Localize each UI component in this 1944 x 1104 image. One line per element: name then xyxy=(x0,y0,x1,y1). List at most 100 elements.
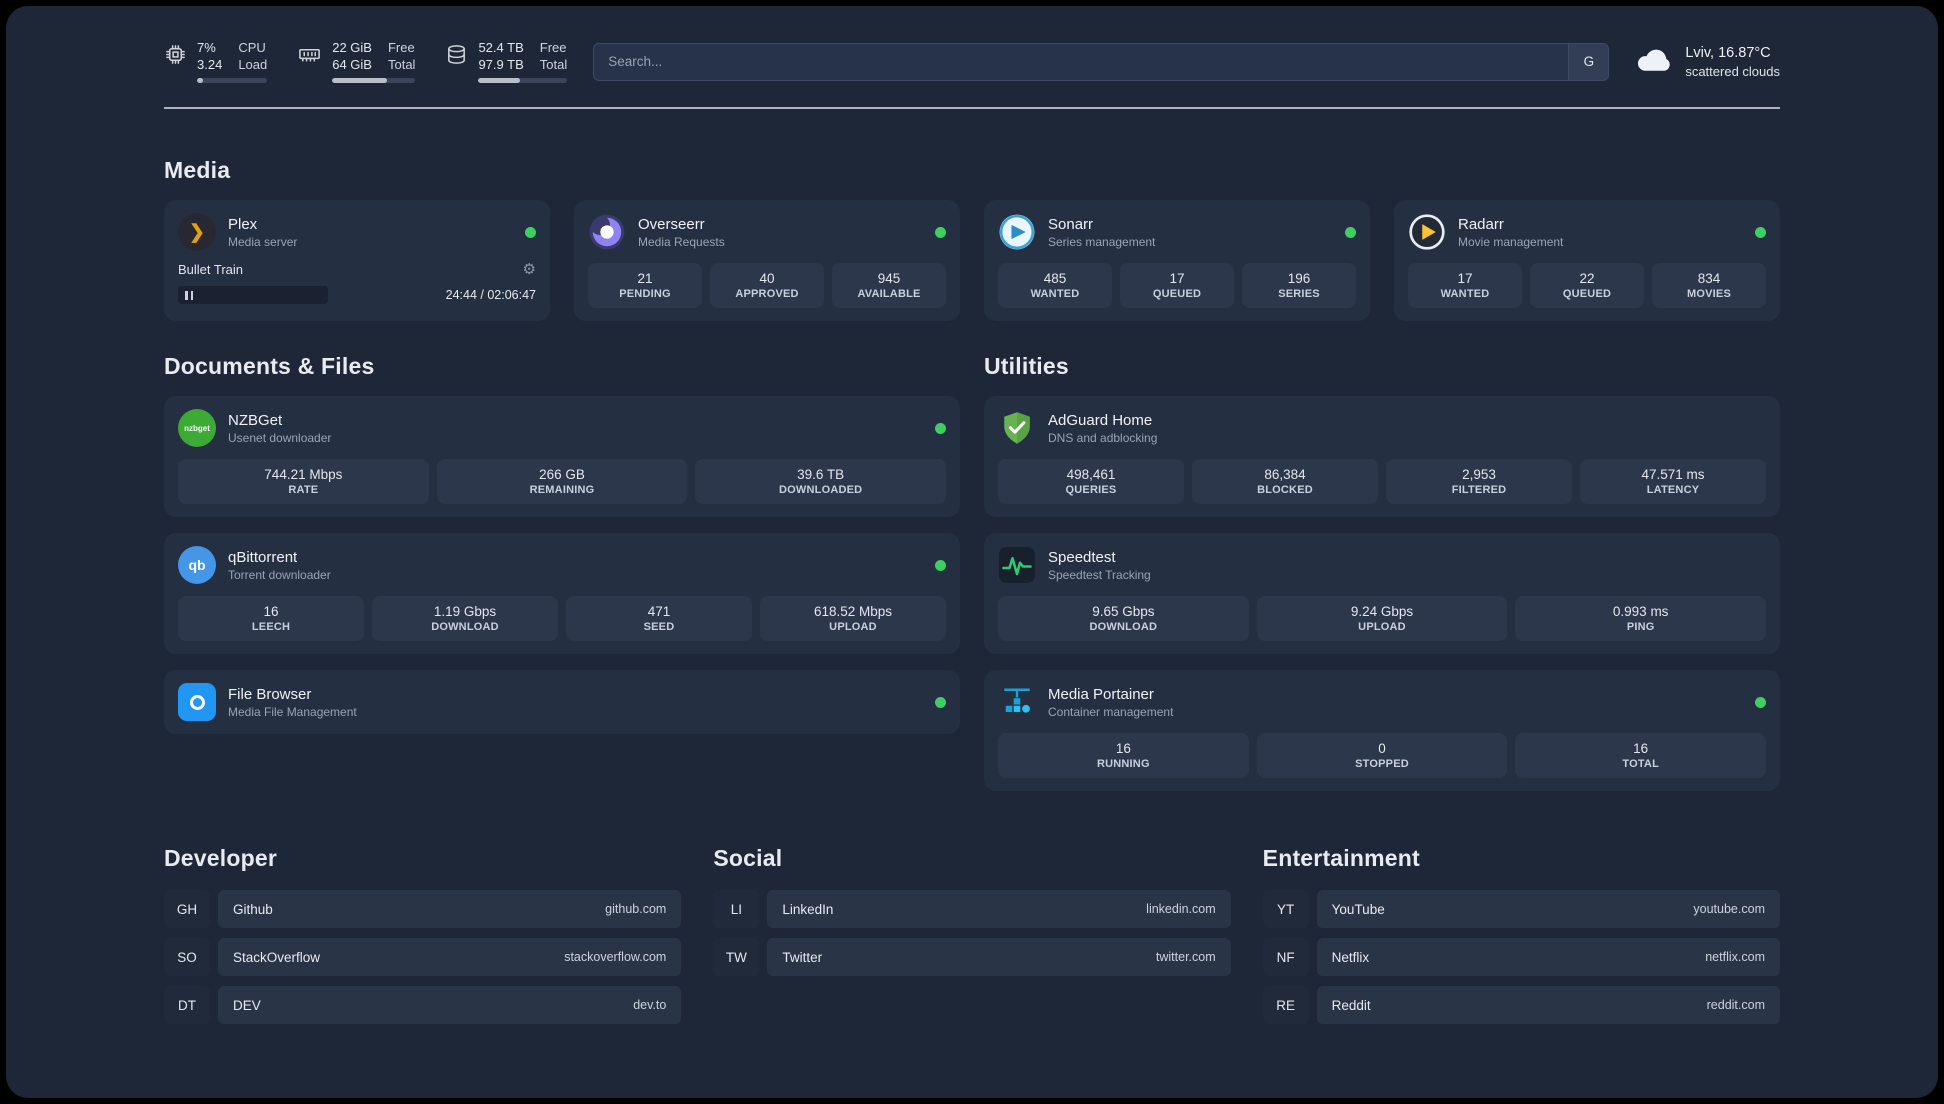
stat-tile: 39.6 TB DOWNLOADED xyxy=(695,459,947,504)
search-input[interactable] xyxy=(594,43,1569,80)
bookmark-linkedin[interactable]: LI LinkedIn linkedin.com xyxy=(713,890,1231,928)
app-title: Speedtest xyxy=(1048,548,1116,566)
bookmark-name: Github xyxy=(233,901,273,917)
stat-tile: 21 PENDING xyxy=(588,263,702,308)
filebrowser-icon xyxy=(178,683,216,721)
app-subtitle: Series management xyxy=(1048,234,1156,249)
media-grid: ❯ Plex Media server Bullet Train ⚙ 24:44… xyxy=(164,200,1780,321)
app-subtitle: Media File Management xyxy=(228,704,357,719)
status-dot xyxy=(935,696,946,708)
playback-time: 24:44 / 02:06:47 xyxy=(445,288,536,302)
section-title-developer: Developer xyxy=(164,845,278,871)
cpu-usage-bar xyxy=(197,78,268,83)
disk-total-label: Total xyxy=(539,57,568,72)
disk-usage-bar xyxy=(478,78,568,83)
bookmark-url: netflix.com xyxy=(1705,950,1765,964)
app-card-qbittorrent[interactable]: qb qBittorrent Torrent downloader 16 LEEC… xyxy=(164,533,960,654)
app-card-radarr[interactable]: Radarr Movie management 17 WANTED 22 QUEUE… xyxy=(1394,200,1780,321)
app-card-plex[interactable]: ❯ Plex Media server Bullet Train ⚙ 24:44… xyxy=(164,200,550,321)
stat-tile: 498,461 QUERIES xyxy=(998,459,1184,504)
ram-free-value: 22 GiB xyxy=(332,40,372,55)
speedtest-icon xyxy=(998,546,1036,584)
stat-tile: 196 SERIES xyxy=(1242,263,1356,308)
github-icon: GH xyxy=(164,890,210,928)
app-subtitle: Usenet downloader xyxy=(228,430,332,445)
app-subtitle: Container management xyxy=(1048,704,1174,719)
app-subtitle: Media Requests xyxy=(638,234,725,249)
status-dot xyxy=(1755,226,1766,238)
ram-total-label: Total xyxy=(387,57,416,72)
entertainment-bookmarks: Entertainment YT YouTube youtube.com NF … xyxy=(1262,845,1780,1034)
status-dot xyxy=(525,226,536,238)
cpu-load-label: Load xyxy=(238,57,268,72)
app-card-speedtest[interactable]: Speedtest Speedtest Tracking 9.65 Gbps DO… xyxy=(984,533,1780,654)
stat-tile: 22 QUEUED xyxy=(1530,263,1644,308)
gear-icon[interactable]: ⚙ xyxy=(523,262,536,277)
stat-tile: 40 APPROVED xyxy=(710,263,824,308)
ram-usage-bar xyxy=(332,78,416,83)
app-title: Overseerr xyxy=(638,215,705,233)
section-title-utilities: Utilities xyxy=(984,353,1069,379)
section-title-media: Media xyxy=(164,157,231,183)
app-subtitle: DNS and adblocking xyxy=(1048,430,1158,445)
bookmark-name: LinkedIn xyxy=(782,901,834,917)
bookmark-github[interactable]: GH Github github.com xyxy=(164,890,682,928)
bookmark-name: StackOverflow xyxy=(233,949,321,965)
app-title: Sonarr xyxy=(1048,215,1094,233)
topbar-divider xyxy=(164,107,1780,109)
search-bar: G xyxy=(593,42,1610,81)
bookmark-youtube[interactable]: YT YouTube youtube.com xyxy=(1262,890,1780,928)
search-engine-button[interactable]: G xyxy=(1568,43,1609,80)
app-card-sonarr[interactable]: Sonarr Series management 485 WANTED 17 QUE… xyxy=(984,200,1370,321)
app-title: qBittorrent xyxy=(228,548,298,566)
stat-tile: 17 QUEUED xyxy=(1120,263,1234,308)
bookmark-netflix[interactable]: NF Netflix netflix.com xyxy=(1262,938,1780,976)
qbittorrent-icon: qb xyxy=(178,546,216,584)
pause-button[interactable] xyxy=(178,286,328,304)
stat-tile: 485 WANTED xyxy=(998,263,1112,308)
bookmark-name: Netflix xyxy=(1331,949,1370,965)
cpu-monitor: 7% CPU 3.24 Load xyxy=(164,40,268,83)
bookmark-name: DEV xyxy=(233,997,261,1013)
status-dot xyxy=(935,226,946,238)
app-title: File Browser xyxy=(228,685,312,703)
app-card-portainer[interactable]: Media Portainer Container management 16 R… xyxy=(984,670,1780,791)
cpu-usage-label: CPU xyxy=(238,40,266,55)
section-title-documents: Documents & Files xyxy=(164,353,375,379)
app-title: Radarr xyxy=(1458,215,1504,233)
bookmark-dev[interactable]: DT DEV dev.to xyxy=(164,986,682,1024)
bookmark-reddit[interactable]: RE Reddit reddit.com xyxy=(1262,986,1780,1024)
ram-icon xyxy=(297,43,322,71)
app-title: NZBGet xyxy=(228,411,283,429)
app-card-overseerr[interactable]: Overseerr Media Requests 21 PENDING 40 APP… xyxy=(574,200,960,321)
nzbget-icon: nzbget xyxy=(178,409,216,447)
bookmark-stackoverflow[interactable]: SO StackOverflow stackoverflow.com xyxy=(164,938,682,976)
utilities-column: Utilities AdGuard Home DNS and adblockin… xyxy=(984,329,1780,791)
bookmark-url: github.com xyxy=(605,902,667,916)
bookmark-name: YouTube xyxy=(1331,901,1385,917)
stat-tile: 17 WANTED xyxy=(1408,263,1522,308)
social-bookmarks: Social LI LinkedIn linkedin.com TW Twitt… xyxy=(713,845,1231,1034)
dashboard-panel: 7% CPU 3.24 Load 22 GiB Free 64 GiB Tota… xyxy=(6,6,1938,1098)
bookmark-url: twitter.com xyxy=(1155,950,1216,964)
stat-tile: 945 AVAILABLE xyxy=(832,263,946,308)
bookmark-url: youtube.com xyxy=(1693,902,1765,916)
disk-free-value: 52.4 TB xyxy=(478,40,524,55)
stat-tile: 16 LEECH xyxy=(178,596,364,641)
ram-monitor: 22 GiB Free 64 GiB Total xyxy=(297,40,416,83)
stat-tile: 16 TOTAL xyxy=(1515,733,1767,778)
cpu-load-value: 3.24 xyxy=(197,57,223,72)
system-monitors: 7% CPU 3.24 Load 22 GiB Free 64 GiB Tota… xyxy=(164,40,568,83)
app-card-filebrowser[interactable]: File Browser Media File Management xyxy=(164,670,960,734)
bookmark-twitter[interactable]: TW Twitter twitter.com xyxy=(713,938,1231,976)
section-title-social: Social xyxy=(713,845,783,871)
app-card-nzbget[interactable]: nzbget NZBGet Usenet downloader 744.21 M… xyxy=(164,396,960,517)
app-title: AdGuard Home xyxy=(1048,411,1153,429)
ram-total-value: 64 GiB xyxy=(332,57,372,72)
weather-widget: Lviv, 16.87°C scattered clouds xyxy=(1635,44,1780,80)
cpu-icon xyxy=(164,43,187,71)
twitter-icon: TW xyxy=(713,938,760,976)
weather-condition: scattered clouds xyxy=(1685,63,1780,79)
stackoverflow-icon: SO xyxy=(164,938,210,976)
app-card-adguard[interactable]: AdGuard Home DNS and adblocking 498,461 Q… xyxy=(984,396,1780,517)
